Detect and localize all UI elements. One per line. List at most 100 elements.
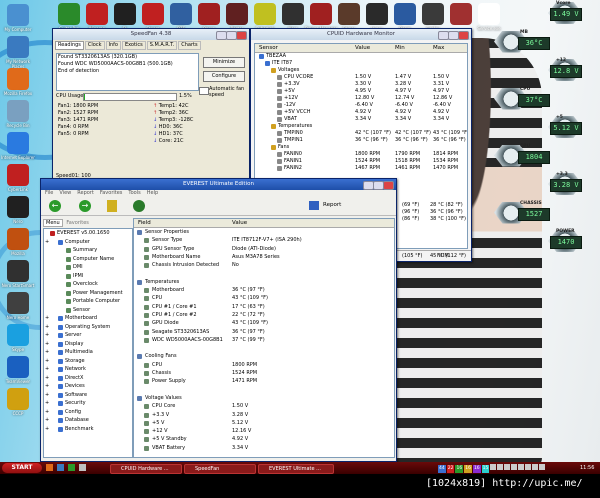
desktop-icon[interactable] <box>7 164 29 186</box>
quick-launch-icon[interactable] <box>78 464 86 471</box>
expand-icon[interactable]: + <box>45 357 49 366</box>
detail-row[interactable]: +3.3 V 3.28 V <box>134 411 394 419</box>
table-row[interactable]: -12V -6.40 V -6.40 V -6.40 V <box>255 102 467 109</box>
expand-icon[interactable]: + <box>45 365 49 374</box>
expand-icon[interactable]: + <box>45 348 49 357</box>
column-max[interactable]: Max <box>433 44 444 52</box>
tray-indicator[interactable]: 44 <box>438 464 446 473</box>
detail-row[interactable]: WDC WD5000AACS-00G8B1 37 °C (99 °F) <box>134 336 394 344</box>
forward-icon[interactable]: → <box>79 200 91 212</box>
expand-icon[interactable]: + <box>45 331 49 340</box>
tree-item[interactable]: + Database <box>44 416 132 425</box>
quick-launch-icon[interactable] <box>56 464 64 471</box>
expand-icon[interactable]: + <box>45 408 49 417</box>
desktop-icon[interactable] <box>7 100 29 122</box>
menu-tools[interactable]: Tools <box>128 190 140 197</box>
detail-row[interactable]: +12 V 12.16 V <box>134 427 394 435</box>
detail-row[interactable]: Chassis 1524 RPM <box>134 369 394 377</box>
tray-icon[interactable] <box>539 464 546 470</box>
tree-item[interactable]: + Server <box>44 331 132 340</box>
detail-row[interactable]: CPU #1 / Core #2 22 °C (72 °F) <box>134 311 394 319</box>
configure-button[interactable]: Configure <box>203 71 245 82</box>
tree-item[interactable]: + Security <box>44 399 132 408</box>
column-value[interactable]: Value <box>355 44 370 52</box>
expand-icon[interactable]: + <box>45 340 49 349</box>
column-value[interactable]: Value <box>232 219 247 227</box>
desktop-shortcut-icon[interactable] <box>282 3 304 25</box>
desktop-shortcut-icon[interactable] <box>114 3 136 25</box>
menu-help[interactable]: Help <box>147 190 158 197</box>
tab-smart[interactable]: S.M.A.R.T. <box>146 41 178 50</box>
navigation-tree[interactable]: EVEREST v5.00.1650 + Computer Summary Comput… <box>43 228 133 458</box>
desktop-icon[interactable] <box>7 388 29 410</box>
tree-item[interactable]: + Benchmark <box>44 425 132 434</box>
detail-row[interactable]: Motherboard Name Asus M3A78 Series <box>134 253 394 261</box>
detail-row[interactable]: CPU Core 1.50 V <box>134 402 394 410</box>
table-row[interactable]: +5V 4.95 V 4.97 V 4.97 V <box>255 88 467 95</box>
start-button[interactable]: START <box>2 463 42 473</box>
detail-row[interactable]: +5 V 5.12 V <box>134 419 394 427</box>
tree-item[interactable]: Power Management <box>44 289 132 298</box>
desktop-shortcut-icon[interactable] <box>366 3 388 25</box>
detail-row[interactable]: GPU Diode 43 °C (109 °F) <box>134 319 394 327</box>
quick-launch-icon[interactable] <box>46 464 53 471</box>
desktop-shortcut-icon[interactable] <box>170 3 192 25</box>
report-button[interactable]: Report <box>323 202 341 208</box>
section-header[interactable]: Sensor Properties <box>134 228 394 236</box>
table-row[interactable]: FANIN1 1524 RPM 1518 RPM 1534 RPM <box>255 158 467 165</box>
quick-launch-icon[interactable] <box>67 464 75 471</box>
desktop-shortcut-icon[interactable] <box>198 3 220 25</box>
tree-item[interactable]: Portable Computer <box>44 297 132 306</box>
desktop-shortcut-icon[interactable] <box>310 3 332 25</box>
detail-row[interactable]: Motherboard 36 °C (97 °F) <box>134 286 394 294</box>
desktop-icon[interactable] <box>7 228 29 250</box>
column-sensor[interactable]: Sensor <box>259 44 278 52</box>
desktop-shortcut-icon[interactable] <box>58 3 80 25</box>
desktop-shortcut-icon[interactable] <box>254 3 276 25</box>
desktop-shortcut-icon[interactable] <box>422 3 444 25</box>
section-header[interactable]: Voltage Values <box>134 394 394 402</box>
section-header[interactable]: Cooling Fans <box>134 352 394 360</box>
detail-row[interactable]: CPU 1800 RPM <box>134 361 394 369</box>
tray-indicator[interactable]: 16 <box>472 464 481 473</box>
close-icon[interactable] <box>236 31 247 40</box>
tab-readings[interactable]: Readings <box>55 41 84 50</box>
menu-view[interactable]: View <box>59 190 71 197</box>
tray-icon[interactable] <box>504 464 511 470</box>
desktop-shortcut-icon[interactable] <box>86 3 108 25</box>
tree-item[interactable]: Overclock <box>44 280 132 289</box>
desktop-icon[interactable] <box>7 324 29 346</box>
tree-item[interactable]: Sensor <box>44 306 132 315</box>
task-speedfan[interactable]: SpeedFan <box>184 464 256 474</box>
task-cpuid[interactable]: CPUID Hardware ... <box>110 464 182 474</box>
tree-item[interactable]: + Display <box>44 340 132 349</box>
expand-icon[interactable]: + <box>45 323 49 332</box>
detail-row[interactable]: CPU 43 °C (109 °F) <box>134 294 394 302</box>
cpuid-titlebar[interactable]: CPUID Hardware Monitor <box>251 29 471 40</box>
tree-item[interactable]: Summary <box>44 246 132 255</box>
detail-row[interactable]: GPU Sensor Type Diode (ATI-Diode) <box>134 245 394 253</box>
tree-item[interactable]: + Motherboard <box>44 314 132 323</box>
menu-favorites[interactable]: Favorites <box>100 190 123 197</box>
everest-titlebar[interactable]: EVEREST Ultimate Edition <box>41 179 396 190</box>
tab-favorites[interactable]: Favorites <box>64 220 91 226</box>
table-row[interactable]: CPU VCORE 1.50 V 1.47 V 1.50 V <box>255 74 467 81</box>
report-icon[interactable] <box>309 201 319 210</box>
tree-item[interactable]: EVEREST v5.00.1650 <box>44 229 132 238</box>
detail-row[interactable]: +5 V Standby 4.92 V <box>134 435 394 443</box>
tray-indicator[interactable]: 22 <box>446 464 455 473</box>
tray-indicator[interactable]: 16 <box>464 464 472 473</box>
refresh-icon[interactable] <box>133 200 145 212</box>
tree-item[interactable]: + Operating System <box>44 323 132 332</box>
tree-item[interactable]: Computer Name <box>44 255 132 264</box>
tab-menu[interactable]: Menu <box>43 219 63 227</box>
speedfan-titlebar[interactable]: SpeedFan 4.38 <box>53 29 249 40</box>
tab-exotics[interactable]: Exotics <box>121 41 146 50</box>
tray-icon[interactable] <box>511 464 518 470</box>
table-row[interactable]: +5V VCCH 4.92 V 4.92 V 4.92 V <box>255 109 467 116</box>
column-min[interactable]: Min <box>395 44 405 52</box>
desktop-shortcut-icon[interactable] <box>394 3 416 25</box>
tree-item[interactable]: + Multimedia <box>44 348 132 357</box>
detail-row[interactable]: VBAT Battery 3.34 V <box>134 444 394 452</box>
table-row[interactable]: TMPIN1 36 °C (96 °F) 36 °C (96 °F) 36 °C (9… <box>255 137 467 144</box>
